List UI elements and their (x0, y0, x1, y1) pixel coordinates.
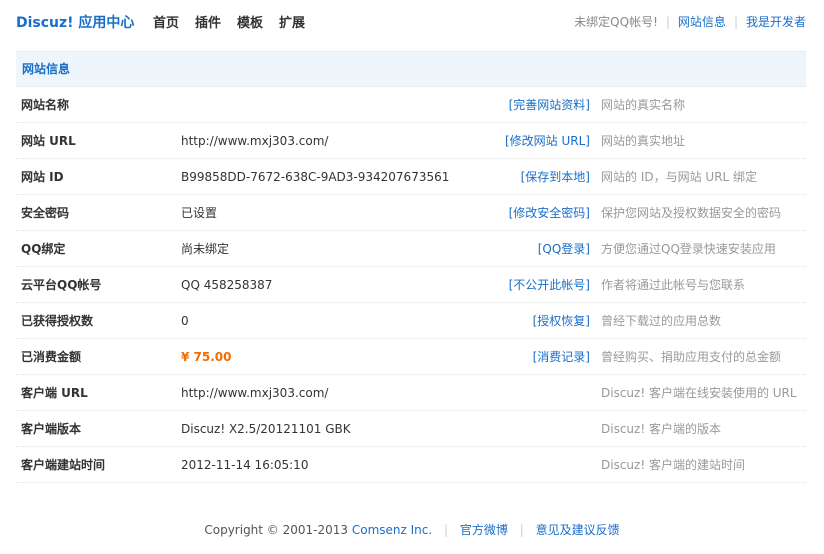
row-desc: 曾经购买、捐助应用支付的总金额 (601, 350, 782, 364)
user-links: 未绑定QQ帐号! | 网站信息 | 我是开发者 (574, 13, 806, 30)
qq-status-text: 未绑定QQ帐号! (574, 15, 658, 29)
row-site-id: 网站 ID B99858DD-7672-638C-9AD3-9342076735… (16, 159, 806, 195)
row-desc: Discuz! 客户端的建站时间 (601, 458, 745, 472)
nav-extensions[interactable]: 扩展 (279, 12, 305, 31)
qq-login-link[interactable]: [QQ登录] (538, 231, 590, 267)
row-value: 已设置 (181, 206, 218, 220)
row-label: 网站名称 (21, 98, 70, 112)
site-logo[interactable]: Discuz! 应用中心 (16, 12, 134, 32)
nav-home[interactable]: 首页 (153, 12, 179, 31)
row-label: 云平台QQ帐号 (21, 278, 102, 292)
row-label: 已获得授权数 (21, 314, 94, 328)
row-desc: Discuz! 客户端的版本 (601, 422, 721, 436)
row-site-url: 网站 URL http://www.mxj303.com/ [修改网站 URL]… (16, 123, 806, 159)
row-qq-binding: QQ绑定 尚未绑定 [QQ登录] 方便您通过QQ登录快速安装应用 (16, 231, 806, 267)
row-desc: 网站的 ID，与网站 URL 绑定 (601, 170, 758, 184)
row-desc: 网站的真实地址 (601, 134, 686, 148)
restore-license-link[interactable]: [授权恢复] (533, 303, 590, 339)
edit-site-url-link[interactable]: [修改网站 URL] (505, 123, 590, 159)
row-value: B99858DD-7672-638C-9AD3-934207673561 (181, 170, 450, 184)
row-value: http://www.mxj303.com/ (181, 386, 329, 400)
complete-site-info-link[interactable]: [完善网站资料] (509, 87, 590, 123)
divider: | (444, 523, 449, 537)
row-client-url: 客户端 URL http://www.mxj303.com/ Discuz! 客… (16, 375, 806, 411)
nav-templates[interactable]: 模板 (237, 12, 263, 31)
main-nav: 首页 插件 模板 扩展 (153, 12, 321, 31)
row-label: 网站 ID (21, 170, 64, 184)
row-desc: 保护您网站及授权数据安全的密码 (601, 206, 782, 220)
row-site-name: 网站名称 [完善网站资料] 网站的真实名称 (16, 87, 806, 123)
panel-title: 网站信息 (16, 51, 806, 87)
top-header: Discuz! 应用中心 首页 插件 模板 扩展 未绑定QQ帐号! | 网站信息… (0, 0, 824, 42)
page-footer: Copyright © 2001-2013 Comsenz Inc. | 官方微… (0, 521, 824, 538)
row-license-count: 已获得授权数 0 [授权恢复] 曾经下载过的应用总数 (16, 303, 806, 339)
row-desc: 方便您通过QQ登录快速安装应用 (601, 242, 776, 256)
row-value: http://www.mxj303.com/ (181, 134, 329, 148)
site-info-link[interactable]: 网站信息 (678, 13, 726, 30)
row-value: QQ 458258387 (181, 278, 273, 292)
company-link[interactable]: Comsenz Inc. (352, 523, 432, 537)
row-value: 尚未绑定 (181, 242, 230, 256)
row-client-build-time: 客户端建站时间 2012-11-14 16:05:10 Discuz! 客户端的… (16, 447, 806, 483)
price-value: ¥ 75.00 (181, 350, 232, 364)
row-value: Discuz! X2.5/20121101 GBK (181, 422, 351, 436)
row-label: 客户端 URL (21, 386, 88, 400)
copyright-text: Copyright © 2001-2013 (204, 523, 349, 537)
row-label: 客户端建站时间 (21, 458, 106, 472)
row-label: 安全密码 (21, 206, 70, 220)
row-desc: 作者将通过此帐号与您联系 (601, 278, 746, 292)
row-value: 0 (181, 314, 189, 328)
row-value: 2012-11-14 16:05:10 (181, 458, 309, 472)
row-desc: Discuz! 客户端在线安装使用的 URL (601, 386, 797, 400)
hide-account-link[interactable]: [不公开此帐号] (509, 267, 590, 303)
save-local-link[interactable]: [保存到本地] (521, 159, 590, 195)
row-label: 已消费金额 (21, 350, 82, 364)
nav-plugins[interactable]: 插件 (195, 12, 221, 31)
site-info-panel: 网站信息 网站名称 [完善网站资料] 网站的真实名称 网站 URL http:/… (16, 51, 806, 483)
row-client-version: 客户端版本 Discuz! X2.5/20121101 GBK Discuz! … (16, 411, 806, 447)
official-weibo-link[interactable]: 官方微博 (460, 523, 508, 537)
feedback-link[interactable]: 意见及建议反馈 (536, 523, 620, 537)
row-cloud-qq: 云平台QQ帐号 QQ 458258387 [不公开此帐号] 作者将通过此帐号与您… (16, 267, 806, 303)
row-desc: 曾经下载过的应用总数 (601, 314, 722, 328)
row-label: QQ绑定 (21, 242, 66, 256)
row-label: 网站 URL (21, 134, 76, 148)
row-security-password: 安全密码 已设置 [修改安全密码] 保护您网站及授权数据安全的密码 (16, 195, 806, 231)
row-desc: 网站的真实名称 (601, 98, 686, 112)
developer-link[interactable]: 我是开发者 (746, 13, 806, 30)
divider: | (733, 14, 738, 29)
row-label: 客户端版本 (21, 422, 82, 436)
divider: | (665, 14, 670, 29)
spending-record-link[interactable]: [消费记录] (533, 339, 590, 375)
row-spent-amount: 已消费金额 ¥ 75.00 [消费记录] 曾经购买、捐助应用支付的总金额 (16, 339, 806, 375)
divider: | (519, 523, 524, 537)
edit-password-link[interactable]: [修改安全密码] (509, 195, 590, 231)
